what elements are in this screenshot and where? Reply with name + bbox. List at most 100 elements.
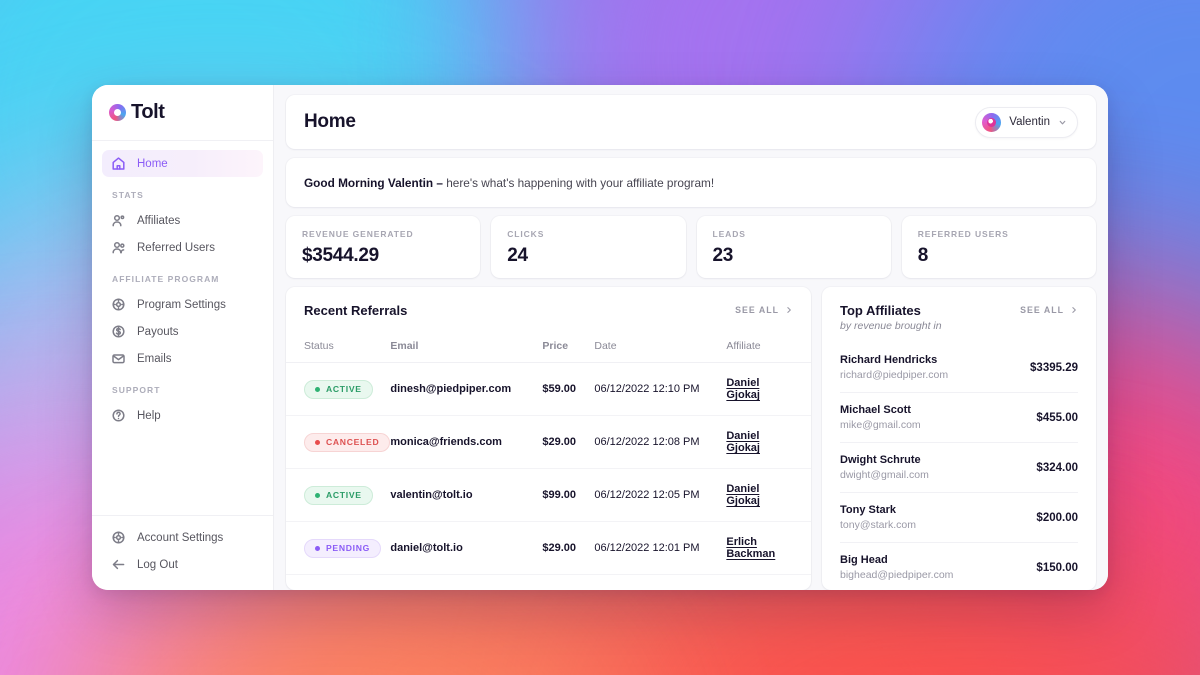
price-cell: $29.00 [542,521,595,575]
referrals-table-head: Status Email Price Date Affiliate [286,318,811,363]
list-item[interactable]: Big Head bighead@piedpiper.com $150.00 [840,542,1078,590]
affiliate-email: bighead@piedpiper.com [840,569,954,581]
sidebar-section-label: STATS [112,190,144,200]
page-title: Home [304,111,356,132]
gear-icon [112,531,125,544]
referrals-see-all-link[interactable]: SEE ALL [735,303,793,315]
stat-value: 24 [507,245,528,266]
sidebar-item-program-settings[interactable]: Program Settings [102,291,263,318]
sidebar-item-label: Emails [137,352,172,365]
users-group-icon [112,241,125,254]
email-cell: dinesh@piedpiper.com [390,362,543,416]
status-cell: PENDING [286,521,391,575]
sidebar-item-label: Program Settings [137,298,226,311]
referrals-table: Status Email Price Date Affiliate ACTIVE dine… [286,318,811,575]
affiliate-amount: $455.00 [1036,411,1078,424]
affiliate-link[interactable]: Daniel Gjokaj [726,377,760,401]
referrals-title: Recent Referrals [304,303,408,318]
user-name-label: Valentin [1009,116,1050,128]
affiliates-title: Top Affiliates [840,303,921,318]
sidebar-item-label: Account Settings [137,531,224,544]
brand-logo[interactable]: Tolt [92,85,273,141]
sidebar-item-label: Referred Users [137,241,215,254]
stat-label: REFERRED USERS [917,229,1009,239]
user-menu-button[interactable]: Valentin [975,106,1078,138]
status-cell: ACTIVE [286,362,391,416]
sidebar-item-affiliates[interactable]: Affiliates [102,207,263,234]
affiliate-info: Big Head bighead@piedpiper.com [840,554,953,581]
sidebar-section-label: AFFILIATE PROGRAM [112,274,220,284]
sidebar-footer-nav: Account Settings Log Out [92,515,273,590]
price-cell: $59.00 [542,362,595,416]
sidebar-item-log-out[interactable]: Log Out [102,551,263,578]
affiliates-header: Top Affiliates by revenue brought in SEE… [822,287,1096,332]
recent-referrals-panel: Recent Referrals SEE ALL Status Email Pric… [286,287,811,590]
list-item[interactable]: Dwight Schrute dwight@gmail.com $324.00 [840,442,1078,492]
email-cell: valentin@tolt.io [390,468,543,522]
referrals-table-body: ACTIVE dinesh@piedpiper.com $59.00 06/12/20… [286,362,811,575]
sidebar-item-label: Affiliates [137,214,181,227]
table-row[interactable]: ACTIVE dinesh@piedpiper.com $59.00 06/12/20… [286,362,811,416]
stat-value: $3544.29 [302,245,379,266]
affiliate-email: richard@piedpiper.com [840,369,949,381]
column-header: Status [286,318,391,363]
question-circle-icon [112,409,125,422]
status-dot-icon [315,439,320,445]
tolt-ring-logo-icon [109,104,126,121]
sidebar-nav: Home STATS Affiliates Referred Users AFFILIA… [92,141,273,515]
stat-card: CLICKS 24 [491,216,686,278]
affiliates-see-all-link[interactable]: SEE ALL [1020,303,1078,315]
stat-value: 23 [712,245,734,266]
referrals-header: Recent Referrals SEE ALL [286,287,811,318]
status-badge: ACTIVE [304,485,373,505]
table-row[interactable]: PENDING daniel@tolt.io $29.00 06/12/2022 12… [286,521,811,575]
affiliate-name: Michael Scott [840,404,911,416]
affiliate-cell: Daniel Gjokaj [726,415,811,469]
bottom-row: Recent Referrals SEE ALL Status Email Pric… [286,287,1096,590]
affiliate-email: dwight@gmail.com [840,469,929,481]
stats-row: REVENUE GENERATED $3544.29 CLICKS 24 LEADS 23… [286,216,1096,278]
sidebar-item-help[interactable]: Help [102,402,263,429]
email-cell: daniel@tolt.io [390,521,543,575]
top-affiliates-panel: Top Affiliates by revenue brought in SEE… [822,287,1096,590]
sidebar: Tolt Home STATS Affiliates Referred Users AF… [92,85,274,590]
sidebar-item-referred-users[interactable]: Referred Users [102,234,263,261]
affiliate-name: Tony Stark [840,504,897,516]
arrow-left-icon [112,559,125,570]
column-header: Price [542,318,595,363]
status-dot-icon [315,545,320,551]
list-item[interactable]: Michael Scott mike@gmail.com $455.00 [840,392,1078,442]
sidebar-item-label: Home [137,157,168,170]
affiliates-title-block: Top Affiliates by revenue brought in [840,303,942,332]
stat-label: LEADS [712,229,746,239]
list-item[interactable]: Tony Stark tony@stark.com $200.00 [840,492,1078,542]
affiliate-info: Michael Scott mike@gmail.com [840,404,921,431]
affiliate-email: tony@stark.com [840,519,917,531]
affiliate-link[interactable]: Erlich Backman [726,536,775,560]
users-icon [112,214,125,227]
chevron-right-icon [1072,307,1076,313]
affiliate-cell: Daniel Gjokaj [726,468,811,522]
affiliate-link[interactable]: Daniel Gjokaj [726,483,760,507]
affiliate-cell: Erlich Backman [726,521,811,575]
sidebar-item-emails[interactable]: Emails [102,345,263,372]
affiliate-amount: $200.00 [1036,511,1078,524]
list-item[interactable]: Richard Hendricks richard@piedpiper.com $3… [840,344,1078,392]
status-cell: CANCELED [286,415,391,469]
table-row[interactable]: CANCELED monica@friends.com $29.00 06/12/20… [286,415,811,469]
stat-card: LEADS 23 [696,216,891,278]
stat-label: CLICKS [507,229,545,239]
affiliate-info: Richard Hendricks richard@piedpiper.com [840,354,948,381]
date-cell: 06/12/2022 12:05 PM [594,468,727,522]
sidebar-item-account-settings[interactable]: Account Settings [102,524,263,551]
status-dot-icon [315,492,320,498]
affiliate-info: Dwight Schrute dwight@gmail.com [840,454,929,481]
sidebar-item-payouts[interactable]: Payouts [102,318,263,345]
status-dot-icon [315,386,320,392]
status-label: PENDING [326,543,371,553]
sidebar-item-home[interactable]: Home [102,150,263,177]
affiliate-link[interactable]: Daniel Gjokaj [726,430,760,454]
table-row[interactable]: ACTIVE valentin@tolt.io $99.00 06/12/2022 1… [286,468,811,522]
greeting-rest: here's what's happening with your affili… [442,175,715,190]
stat-card: REVENUE GENERATED $3544.29 [286,216,481,278]
